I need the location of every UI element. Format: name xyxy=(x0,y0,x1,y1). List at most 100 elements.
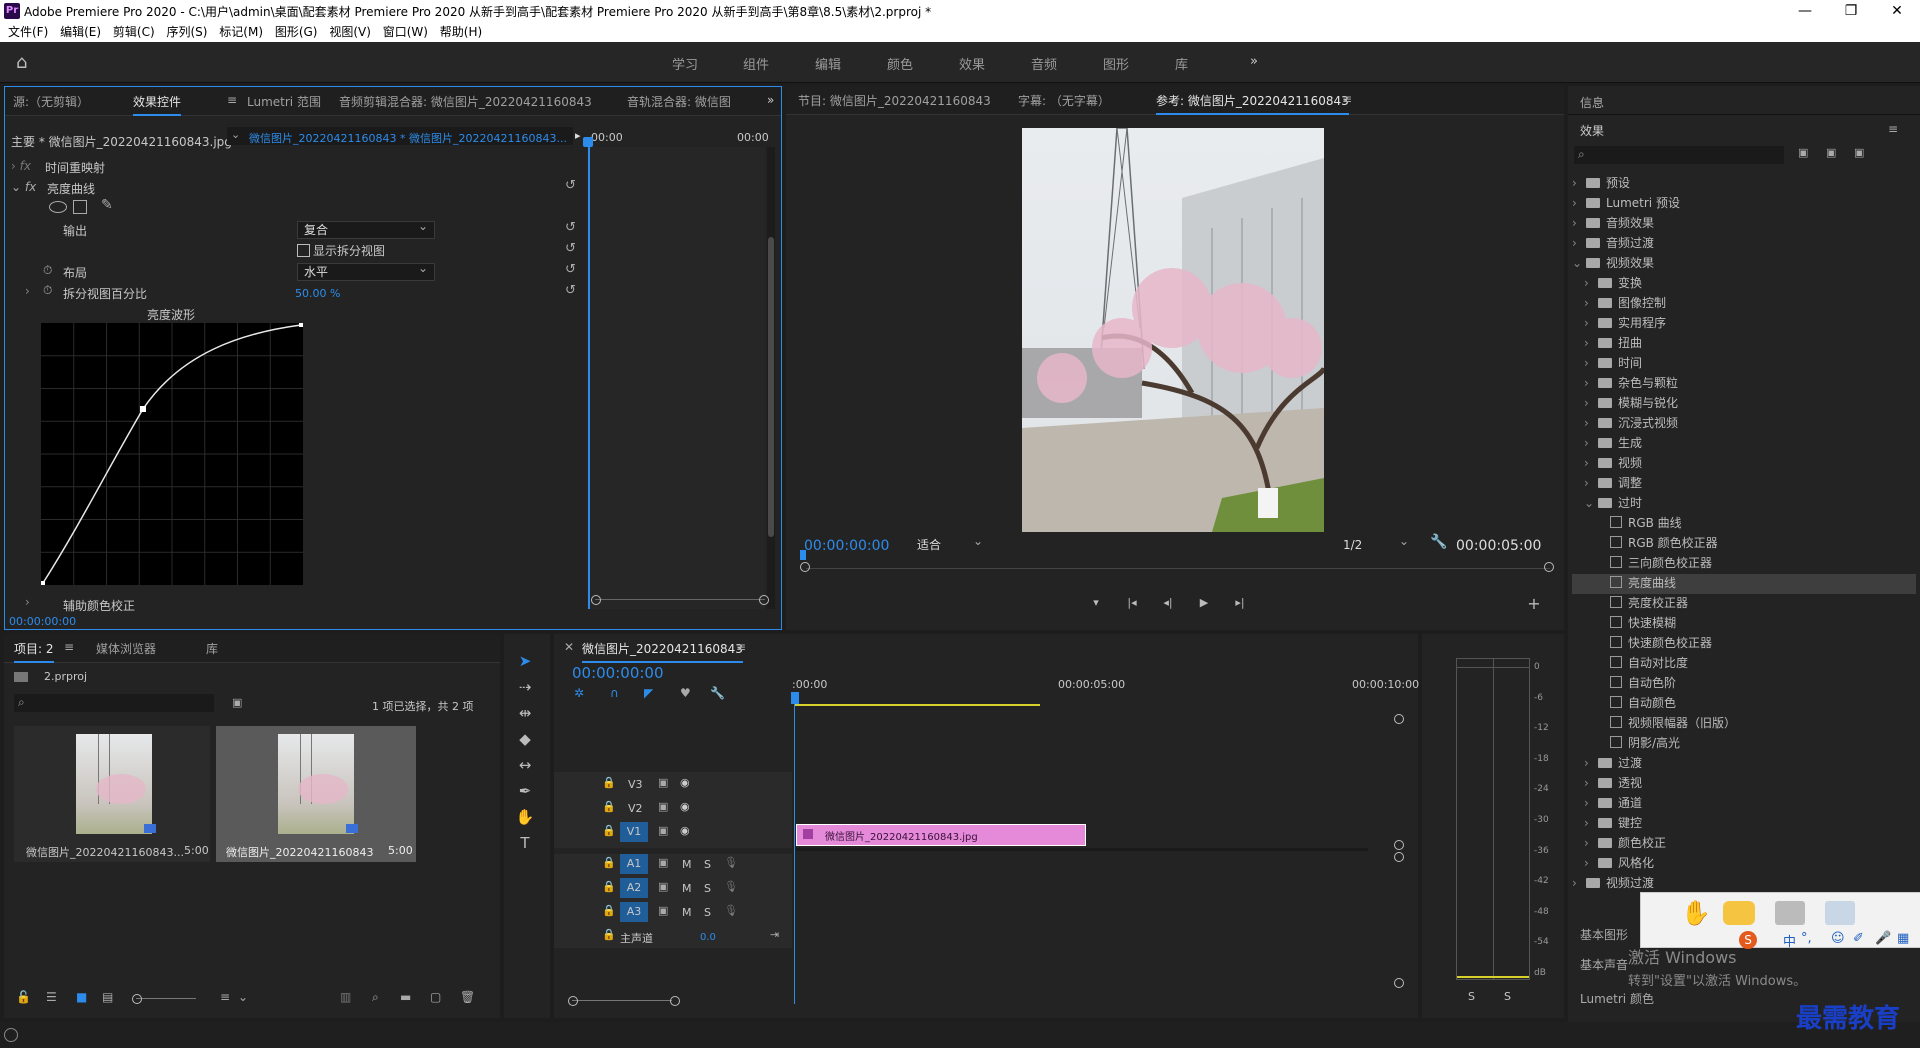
tab-menu-icon[interactable]: ≡ xyxy=(227,93,237,107)
expand-arrow-icon[interactable]: › xyxy=(1584,456,1598,470)
new-bin-icon[interactable]: ▣ xyxy=(232,696,242,709)
slip-tool-icon[interactable]: ↔ xyxy=(512,756,538,780)
track-a3-label[interactable]: A3 xyxy=(620,902,648,922)
document-icon[interactable] xyxy=(1775,901,1805,925)
sync-lock-icon[interactable]: ▣ xyxy=(658,880,668,893)
effects-tree-item[interactable]: › 杂色与颗粒 xyxy=(1572,374,1916,394)
new-folder-icon[interactable]: ▬ xyxy=(400,990,411,1004)
sync-lock-icon[interactable]: ▣ xyxy=(658,824,668,837)
luma-curves-label[interactable]: 亮度曲线 xyxy=(47,180,95,197)
timeline-zoom-handle[interactable] xyxy=(670,996,680,1006)
effects-tree-item[interactable]: › 音频效果 xyxy=(1572,214,1916,234)
effects-tree-item[interactable]: › 视频 xyxy=(1572,454,1916,474)
tab-effect-controls[interactable]: 效果控件 xyxy=(133,93,182,116)
tab-lumetri-scopes[interactable]: Lumetri 范围 xyxy=(247,93,321,110)
lock-icon[interactable]: 🔓 xyxy=(16,990,31,1004)
pen-tool-icon[interactable]: ✒ xyxy=(512,782,538,806)
effects-tree-item[interactable]: › 通道 xyxy=(1572,794,1916,814)
marker-icon[interactable]: ▾ xyxy=(1084,596,1108,609)
punctuation-icon[interactable]: °, xyxy=(1801,931,1812,946)
effects-tree-item[interactable]: ⌄ 视频效果 xyxy=(1572,254,1916,274)
effects-tree-item[interactable]: › 风格化 xyxy=(1572,854,1916,874)
accelerated-effects-icon[interactable]: ▣ xyxy=(1798,146,1808,159)
tab-captions[interactable]: 字幕: （无字幕） xyxy=(1018,92,1110,109)
track-v3-label[interactable]: V3 xyxy=(628,778,643,791)
effects-tree-item[interactable]: › 过渡 xyxy=(1572,754,1916,774)
effects-tree-item[interactable]: RGB 颜色校正器 xyxy=(1572,534,1916,554)
program-playhead[interactable] xyxy=(800,550,806,560)
effects-tree-item[interactable]: › 扭曲 xyxy=(1572,334,1916,354)
lock-icon[interactable]: 🔒 xyxy=(602,928,616,941)
eye-icon[interactable]: ◉ xyxy=(680,776,690,789)
list-view-icon[interactable]: ☰ xyxy=(46,990,57,1004)
step-back-icon[interactable]: ◂| xyxy=(1156,596,1180,609)
fx-icon[interactable]: fx xyxy=(25,180,36,194)
effects-tree-item[interactable]: › 透视 xyxy=(1572,774,1916,794)
track-a2-label[interactable]: A2 xyxy=(620,878,648,898)
timeline-playhead-handle[interactable] xyxy=(791,692,799,704)
skin-icon[interactable]: ✐ xyxy=(1853,931,1864,946)
search-doc-icon[interactable] xyxy=(1825,901,1855,925)
clip-selector[interactable]: ⌄ 微信图片_20220421160843 * 微信图片_20220421160… xyxy=(227,127,573,145)
new-item-icon[interactable]: ▢ xyxy=(430,990,441,1004)
work-area-bar[interactable] xyxy=(794,704,1040,706)
tab-menu-icon[interactable]: ≡ xyxy=(64,640,74,654)
menu-marker[interactable]: 标记(M) xyxy=(219,22,263,42)
effects-tree-item[interactable]: › 实用程序 xyxy=(1572,314,1916,334)
track-v1-label[interactable]: V1 xyxy=(620,822,648,842)
ec-zoom-bar[interactable] xyxy=(595,599,765,600)
expand-arrow-icon[interactable]: › xyxy=(1584,836,1598,850)
play-only-icon[interactable]: ▸ xyxy=(575,129,581,142)
effects-tree-item[interactable]: ⌄ 过时 xyxy=(1572,494,1916,514)
solo-button[interactable]: S xyxy=(704,882,711,895)
reset-icon[interactable]: ↺ xyxy=(565,178,576,193)
effects-tree-item[interactable]: › 音频过渡 xyxy=(1572,234,1916,254)
expand-arrow-icon[interactable]: › xyxy=(1584,816,1598,830)
tab-project[interactable]: 项目: 2 xyxy=(14,640,54,663)
program-scrubber[interactable] xyxy=(806,568,1550,569)
v-scroll-handle[interactable] xyxy=(1394,840,1404,850)
tab-sequence[interactable]: 微信图片_20220421160843 xyxy=(582,640,743,663)
sogou-icon[interactable]: S xyxy=(1739,931,1757,949)
timeline-timecode[interactable]: 00:00:00:00 xyxy=(572,664,664,682)
effects-tree-item[interactable]: › 图像控制 xyxy=(1572,294,1916,314)
ripple-edit-tool-icon[interactable]: ⇹ xyxy=(512,704,538,728)
program-zoom-handle[interactable] xyxy=(1544,562,1554,572)
effects-menu-icon[interactable]: ≡ xyxy=(1888,122,1898,136)
type-tool-icon[interactable]: T xyxy=(512,834,538,858)
project-item[interactable]: 微信图片_20220421160843... 5:00 xyxy=(14,726,210,862)
reset-icon[interactable]: ↺ xyxy=(565,241,576,256)
grid-icon[interactable]: ▦ xyxy=(1897,931,1909,946)
menu-edit[interactable]: 编辑(E) xyxy=(60,22,101,42)
expand-arrow-icon[interactable]: › xyxy=(1584,316,1598,330)
track-select-tool-icon[interactable]: ⇢ xyxy=(512,678,538,702)
menu-sequence[interactable]: 序列(S) xyxy=(166,22,207,42)
ime-mode[interactable]: 中 xyxy=(1783,931,1796,950)
effects-tree-item[interactable]: › 模糊与锐化 xyxy=(1572,394,1916,414)
effects-tree-item[interactable]: 快速模糊 xyxy=(1572,614,1916,634)
workspace-audio[interactable]: 音频 xyxy=(1031,54,1057,73)
tab-media-browser[interactable]: 媒体浏览器 xyxy=(96,640,156,657)
a-scroll-handle[interactable] xyxy=(1394,852,1404,862)
tab-source[interactable]: 源:（无剪辑） xyxy=(13,93,89,110)
essential-sound-tab[interactable]: 基本声音 xyxy=(1580,956,1628,973)
step-to-out-icon[interactable]: ▸| xyxy=(1228,596,1252,609)
effects-tree-item[interactable]: 快速颜色校正器 xyxy=(1572,634,1916,654)
close-tab-icon[interactable]: ✕ xyxy=(564,640,574,654)
lock-icon[interactable]: 🔒 xyxy=(602,776,616,789)
master-volume-value[interactable]: 0.0 xyxy=(700,932,716,943)
effects-search-input[interactable]: ⌕ xyxy=(1574,146,1784,164)
resolution-dropdown[interactable]: 1/2 xyxy=(1336,533,1416,554)
ec-playhead-handle[interactable] xyxy=(583,137,593,147)
ec-scrollbar-thumb[interactable] xyxy=(768,237,774,537)
hand-icon[interactable]: ✋ xyxy=(1681,899,1711,927)
tab-audio-clip-mixer[interactable]: 音频剪辑混合器: 微信图片_20220421160843 xyxy=(339,93,592,110)
sync-lock-icon[interactable]: ▣ xyxy=(658,776,668,789)
chat-icon[interactable] xyxy=(1723,901,1755,925)
solo-button[interactable]: S xyxy=(704,858,711,871)
workspace-assembly[interactable]: 组件 xyxy=(743,54,769,73)
sort-icon[interactable]: ≡ xyxy=(220,990,230,1004)
more-tabs-icon[interactable]: » xyxy=(767,93,774,107)
expand-arrow-icon[interactable]: › xyxy=(1572,176,1586,190)
collapse-arrow-icon[interactable]: ⌄ xyxy=(11,180,21,194)
